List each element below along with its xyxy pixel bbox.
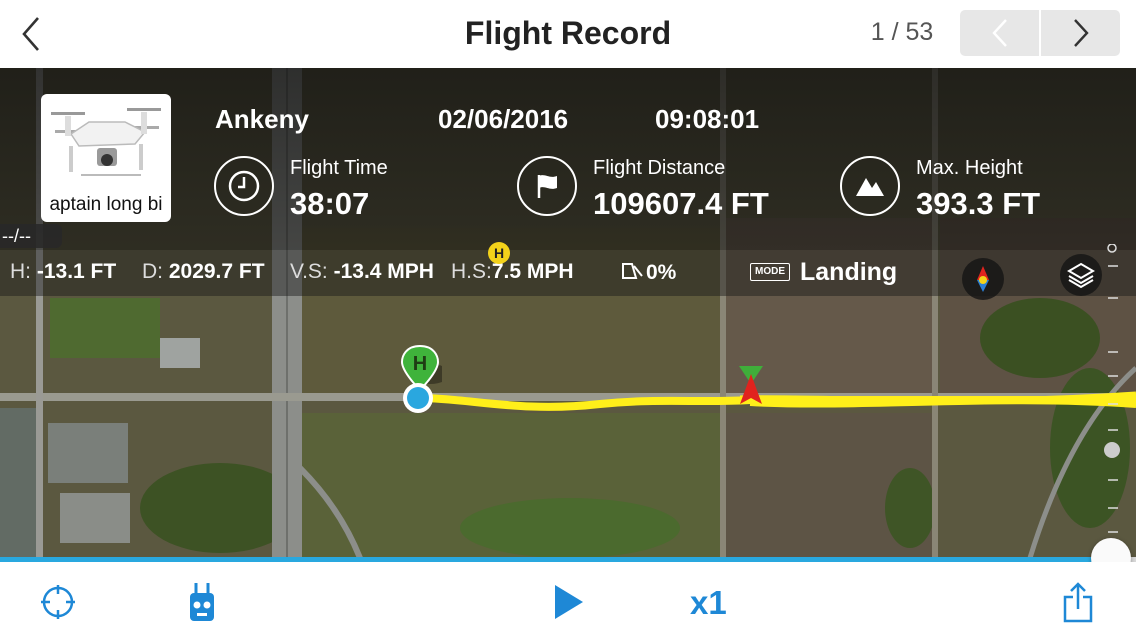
next-record-button[interactable] bbox=[1039, 10, 1120, 56]
home-marker-label: H bbox=[413, 353, 427, 375]
top-bar: Flight Record 1 / 53 bbox=[0, 0, 1136, 68]
gimbal-stat: 0% bbox=[620, 260, 676, 285]
recenter-button[interactable] bbox=[38, 582, 78, 622]
flight-distance-label: Flight Distance bbox=[593, 157, 726, 179]
aircraft-position-icon bbox=[739, 366, 763, 404]
remote-controller-icon bbox=[190, 583, 214, 621]
record-pager bbox=[960, 10, 1120, 56]
home-indicator-icon: H bbox=[488, 242, 510, 264]
flight-mode-value: Landing bbox=[800, 258, 898, 286]
record-counter: 1 / 53 bbox=[870, 18, 934, 46]
share-button[interactable] bbox=[1058, 580, 1098, 624]
horizontal-speed-stat: H.S:7.5 MPH bbox=[451, 260, 574, 284]
play-icon bbox=[555, 585, 583, 619]
flag-icon bbox=[517, 156, 577, 216]
remote-controller-button[interactable] bbox=[184, 580, 220, 624]
height-label: H: bbox=[10, 260, 31, 283]
layers-icon bbox=[1067, 262, 1095, 289]
flight-time-value: 38:07 bbox=[290, 186, 370, 221]
horizontal-speed-label: H.S: bbox=[451, 260, 492, 283]
height-value: -13.1 FT bbox=[36, 260, 117, 283]
mode-badge: MODE bbox=[750, 263, 790, 281]
distance-label: D: bbox=[142, 260, 163, 283]
vertical-speed-value: -13.4 MPH bbox=[333, 260, 434, 283]
map-layers-button[interactable] bbox=[1060, 254, 1102, 296]
map-zoom-scale[interactable] bbox=[1104, 244, 1124, 544]
gimbal-value: 0% bbox=[646, 261, 677, 284]
compass-icon bbox=[977, 266, 989, 292]
share-icon bbox=[1063, 582, 1093, 623]
flight-map[interactable]: H aptain long bi Ankeny 02/06/2016 09:08… bbox=[0, 68, 1136, 558]
horizontal-speed-value: 7.5 MPH bbox=[491, 260, 574, 283]
aircraft-thumbnail[interactable]: aptain long bi bbox=[41, 94, 171, 222]
flight-info-panel: aptain long bi Ankeny 02/06/2016 09:08:0… bbox=[0, 68, 1136, 250]
compass-button[interactable] bbox=[962, 258, 1004, 300]
max-height-value: 393.3 FT bbox=[916, 186, 1041, 221]
vertical-speed-stat: V.S: -13.4 MPH bbox=[290, 260, 434, 284]
playback-speed-button[interactable]: x1 bbox=[690, 584, 727, 622]
home-point-marker: H bbox=[400, 344, 442, 413]
vertical-speed-label: V.S: bbox=[290, 260, 328, 283]
distance-stat: D: 2029.7 FT bbox=[142, 260, 265, 284]
drone-icon bbox=[51, 108, 161, 176]
back-button[interactable] bbox=[14, 14, 50, 54]
max-height-label: Max. Height bbox=[916, 157, 1023, 179]
gimbal-icon bbox=[622, 263, 643, 279]
flight-location: Ankeny bbox=[215, 104, 309, 134]
chevron-left-icon bbox=[22, 17, 39, 51]
mountain-icon bbox=[840, 156, 900, 216]
crosshair-icon bbox=[41, 585, 75, 619]
height-stat: H: -13.1 FT bbox=[10, 260, 116, 284]
chevron-right-icon bbox=[1073, 19, 1089, 47]
aircraft-name: aptain long bi bbox=[49, 194, 163, 215]
flight-date: 02/06/2016 bbox=[438, 104, 569, 134]
distance-value: 2029.7 FT bbox=[168, 260, 265, 283]
clock-icon bbox=[214, 156, 274, 216]
coordinates-readout: --/-- bbox=[0, 224, 62, 248]
playback-toolbar: x1 bbox=[0, 562, 1136, 640]
flight-distance-value: 109607.4 FT bbox=[593, 186, 769, 221]
play-button[interactable] bbox=[548, 582, 588, 622]
previous-record-button[interactable] bbox=[960, 10, 1039, 56]
flight-time-label: Flight Time bbox=[290, 157, 388, 179]
flight-time-of-day: 09:08:01 bbox=[655, 104, 760, 134]
chevron-left-icon bbox=[991, 19, 1007, 47]
